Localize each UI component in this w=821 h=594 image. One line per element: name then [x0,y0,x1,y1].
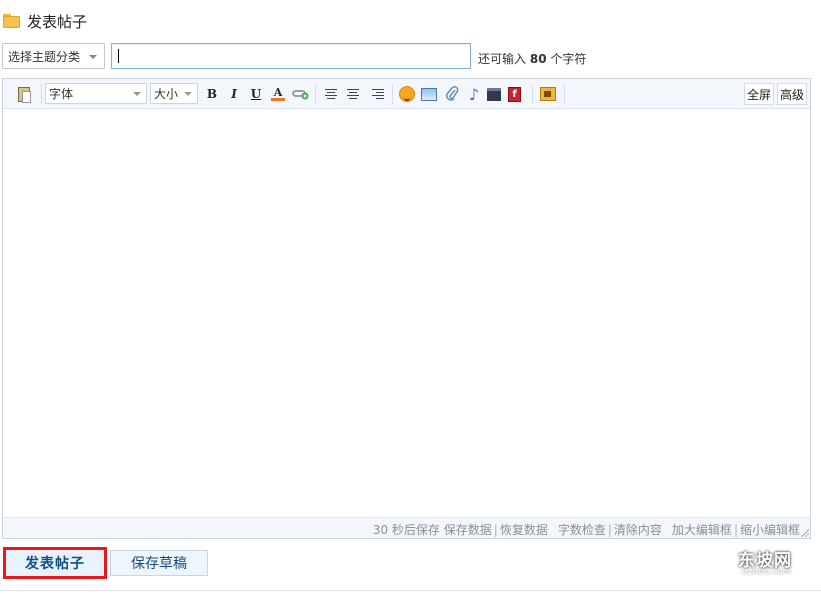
editor-toolbar: 字体 大小 B I U A ♪ f 全屏 高级 [3,79,810,109]
align-center-icon[interactable] [344,83,362,105]
char-hint-prefix: 还可输入 [478,52,527,66]
link-icon[interactable] [291,83,309,105]
image-icon[interactable] [421,83,437,105]
word-check-link[interactable]: 字数检查 [558,523,606,537]
text-caret [118,49,119,63]
align-right-icon[interactable] [366,83,384,105]
chevron-down-icon [184,92,192,96]
status-links: 30 秒后保存 保存数据 | 恢复数据 字数检查 | 清除内容 加大编辑框 | 缩小编辑框 [363,521,800,538]
bottom-divider [0,590,821,591]
autosave-countdown: 30 秒后保存 [372,523,440,537]
char-count-hint: 还可输入 80 个字符 [478,50,586,67]
chevron-down-icon [133,92,141,96]
shrink-editor-link[interactable]: 缩小编辑框 [740,523,800,537]
toolbar-divider [532,84,533,104]
italic-icon[interactable]: I [225,83,243,105]
fullscreen-button[interactable]: 全屏 [744,83,775,105]
subject-row: 选择主题分类 还可输入 80 个字符 [2,43,802,69]
editor-content-area[interactable] [3,110,810,518]
editor-statusbar: 30 秒后保存 保存数据 | 恢复数据 字数检查 | 清除内容 加大编辑框 | 缩小编辑框 [3,517,810,538]
resize-grip-icon[interactable] [801,529,809,537]
underline-icon[interactable]: U [247,83,265,105]
category-select-value: 选择主题分类 [8,49,81,64]
video-icon[interactable] [487,83,501,105]
check-group: 字数检查 | 清除内容 [557,523,662,537]
category-select[interactable]: 选择主题分类 [2,43,105,69]
site-watermark: 东坡网 uzhou.com [736,546,821,578]
chevron-down-icon [89,55,97,59]
emoji-icon[interactable] [399,83,415,105]
save-data-link[interactable]: 保存数据 [444,523,492,537]
align-left-icon[interactable] [322,83,340,105]
flash-icon[interactable]: f [508,83,521,105]
advanced-button[interactable]: 高级 [777,83,808,105]
watermark-url: uzhou.com [742,567,792,577]
music-icon[interactable]: ♪ [465,83,483,105]
toolbar-divider [392,84,393,104]
font-size-label: 大小 [154,87,179,101]
folder-icon [3,14,20,28]
font-color-icon[interactable]: A [269,83,287,105]
page-header: 发表帖子 [3,10,87,32]
box-icon[interactable] [540,83,556,105]
attachment-icon[interactable] [443,83,461,105]
subject-input[interactable] [111,43,471,69]
autosave-group: 30 秒后保存 保存数据 | 恢复数据 [372,523,548,537]
toolbar-divider [41,84,42,104]
post-thread-button[interactable]: 发表帖子 [3,547,107,579]
restore-data-link[interactable]: 恢复数据 [500,523,548,537]
font-size-select[interactable]: 大小 [150,83,198,104]
font-family-select[interactable]: 字体 [45,83,147,104]
char-hint-count: 80 [529,52,547,66]
font-family-label: 字体 [49,87,74,101]
page-title: 发表帖子 [27,12,88,31]
rich-text-editor: 字体 大小 B I U A ♪ f 全屏 高级 30 秒后保存 保存数据 | 恢… [2,78,811,539]
clear-content-link[interactable]: 清除内容 [614,523,662,537]
char-hint-suffix: 个字符 [550,52,587,66]
toolbar-divider [315,84,316,104]
toolbar-divider [564,84,565,104]
paste-icon[interactable] [15,83,33,105]
font-color-letter: A [273,86,283,99]
enlarge-editor-link[interactable]: 加大编辑框 [672,523,732,537]
bold-icon[interactable]: B [203,83,221,105]
resize-group: 加大编辑框 | 缩小编辑框 [671,523,800,537]
save-draft-button[interactable]: 保存草稿 [110,550,208,576]
